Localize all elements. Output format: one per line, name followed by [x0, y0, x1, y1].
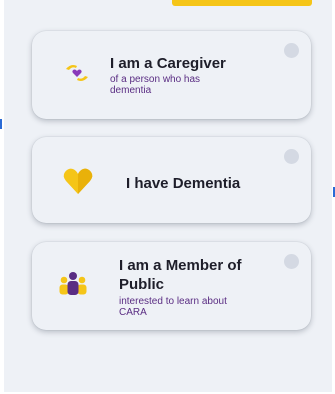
caregiver-option-card[interactable]: I am a Caregiver of a person who has dem…	[32, 31, 311, 119]
have-dementia-title: I have Dementia	[126, 175, 241, 192]
caregiver-subtitle: of a person who has dementia	[110, 74, 201, 96]
progress-indicator	[172, 0, 312, 6]
left-edge-marker	[0, 119, 2, 129]
yellow-heart-icon	[62, 166, 94, 196]
have-dementia-option-card[interactable]: I have Dementia	[32, 137, 311, 223]
caregiver-radio[interactable]	[284, 43, 299, 58]
caring-hands-heart-icon	[64, 60, 90, 86]
caregiver-title: I am a Caregiver	[110, 55, 226, 72]
member-of-public-subtitle: interested to learn about CARA	[119, 296, 227, 318]
have-dementia-radio[interactable]	[284, 149, 299, 164]
member-of-public-title: I am a Member of Public	[119, 257, 242, 293]
member-of-public-radio[interactable]	[284, 254, 299, 269]
people-group-icon	[58, 271, 88, 297]
member-of-public-option-card[interactable]: I am a Member of Public interested to le…	[32, 242, 311, 330]
screen-background: I am a Caregiver of a person who has dem…	[4, 0, 332, 392]
